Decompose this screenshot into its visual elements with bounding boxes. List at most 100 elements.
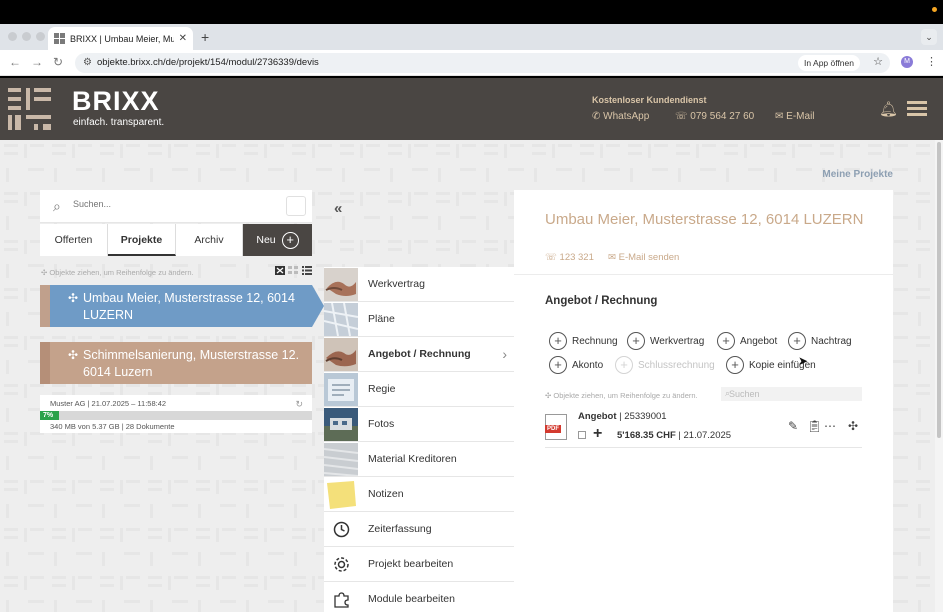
envelope-icon: ✉: [608, 252, 616, 263]
new-tab-button[interactable]: +: [201, 29, 209, 45]
document-row[interactable]: PDF Angebot | 25339001 + 5'168.35 CHF | …: [545, 408, 862, 448]
add-angebot-button[interactable]: + Angebot: [717, 332, 777, 350]
window-close-button[interactable]: [8, 32, 17, 41]
clipboard-check-icon[interactable]: 📋︎: [807, 419, 822, 433]
action-label: Schlussrechnung: [638, 359, 715, 371]
module-material-kreditoren[interactable]: Material Kreditoren: [324, 442, 514, 477]
document-search-input[interactable]: ⌕ Suchen: [721, 387, 862, 401]
document-expand-plus-icon[interactable]: +: [593, 425, 602, 443]
storage-progress-fill: 7%: [40, 411, 60, 420]
module-label: Notizen: [368, 488, 404, 500]
bell-icon[interactable]: 🔔︎: [879, 100, 898, 118]
edit-pencil-icon[interactable]: ✎: [788, 419, 798, 433]
window-zoom-button[interactable]: [36, 32, 45, 41]
document-date: 21.07.2025: [683, 430, 732, 441]
move-handle-icon[interactable]: ✣: [68, 290, 78, 307]
document-number: 25339001: [624, 411, 667, 422]
excel-export-icon[interactable]: [275, 266, 285, 275]
module-module-bearbeiten[interactable]: Module bearbeiten: [324, 582, 514, 612]
tab-archiv[interactable]: Archiv: [176, 224, 243, 256]
profile-avatar[interactable]: M: [901, 56, 913, 68]
plans-thumbnail: [324, 303, 358, 336]
add-nachtrag-button[interactable]: + Nachtrag: [788, 332, 852, 350]
tab-close-icon[interactable]: ✕: [179, 33, 187, 44]
detail-panel: Umbau Meier, Musterstrasse 12, 6014 LUZE…: [514, 190, 893, 612]
document-summary: 5'168.35 CHF | 21.07.2025: [617, 430, 732, 441]
brand-name[interactable]: BRIXX: [72, 86, 160, 117]
add-werkvertrag-button[interactable]: + Werkvertrag: [627, 332, 704, 350]
grid-view-icon[interactable]: [288, 266, 298, 275]
bookmark-star-icon[interactable]: ☆: [873, 55, 883, 68]
reload-icon[interactable]: ↻: [53, 55, 63, 69]
module-fotos[interactable]: Fotos: [324, 407, 514, 442]
phone-icon: ☏: [545, 252, 557, 263]
brand-tagline: einfach. transparent.: [73, 117, 165, 128]
module-label: Projekt bearbeiten: [368, 558, 454, 570]
send-email-label: E-Mail senden: [618, 252, 680, 263]
module-zeiterfassung[interactable]: Zeiterfassung: [324, 512, 514, 547]
add-rechnung-button[interactable]: + Rechnung: [549, 332, 618, 350]
tab-projekte[interactable]: Projekte: [108, 224, 176, 256]
search-filter-checkbox[interactable]: [286, 196, 306, 216]
storage-panel: Muster AG | 21.07.2025 – 11:58:42 ↻ 7% 3…: [40, 395, 312, 433]
refresh-icon[interactable]: ↻: [295, 399, 303, 410]
phone-link[interactable]: ☏ 079 564 27 60: [675, 111, 754, 122]
divider: [514, 274, 893, 275]
module-plaene[interactable]: Pläne: [324, 302, 514, 337]
project-card-active[interactable]: ✣ Umbau Meier, Musterstrasse 12, 6014 LU…: [40, 285, 312, 327]
add-schlussrechnung-button[interactable]: + Schlussrechnung: [615, 356, 715, 374]
photos-thumbnail: [324, 408, 358, 441]
page-body: Meine Projekte ⌕ Offerten Projekte Archi…: [0, 140, 935, 612]
support-title: Kostenloser Kundendienst: [592, 95, 707, 105]
search-icon: ⌕: [53, 198, 61, 214]
project-number: ☏ 123 321: [545, 252, 594, 263]
collapse-sidebar-button[interactable]: «: [334, 200, 342, 217]
pdf-file-icon[interactable]: PDF: [545, 414, 567, 440]
phone-label: 079 564 27 60: [690, 111, 755, 122]
back-arrow-icon[interactable]: ←: [9, 55, 21, 69]
puzzle-icon: [334, 592, 349, 608]
new-project-button[interactable]: Neu +: [243, 224, 312, 256]
search-input[interactable]: [73, 199, 273, 209]
storage-info: Muster AG | 21.07.2025 – 11:58:42: [50, 399, 167, 408]
plus-circle-icon: +: [615, 356, 633, 374]
email-link[interactable]: ✉ E-Mail: [775, 111, 815, 122]
url-text[interactable]: objekte.brixx.ch/de/projekt/154/modul/27…: [97, 57, 319, 68]
open-in-app-button[interactable]: In App öffnen: [798, 55, 860, 71]
tab-offerten[interactable]: Offerten: [40, 224, 108, 256]
project-card[interactable]: ✣ Schimmelsanierung, Musterstrasse 12. 6…: [40, 342, 312, 384]
module-label: Pläne: [368, 313, 395, 325]
my-projects-link[interactable]: Meine Projekte: [822, 169, 893, 180]
handshake-thumbnail: [324, 268, 358, 301]
module-regie[interactable]: Regie: [324, 372, 514, 407]
browser-menu-icon[interactable]: ⋮: [926, 55, 937, 68]
document-select-checkbox[interactable]: [578, 431, 586, 439]
gear-icon: [334, 557, 349, 572]
site-settings-icon[interactable]: ⚙: [83, 57, 92, 68]
module-werkvertrag[interactable]: Werkvertrag: [324, 267, 514, 302]
whatsapp-icon: ✆: [592, 111, 601, 122]
whatsapp-link[interactable]: ✆ WhatsApp: [592, 111, 649, 122]
add-akonto-button[interactable]: + Akonto: [549, 356, 603, 374]
plus-circle-icon: +: [281, 231, 299, 249]
address-bar[interactable]: ⚙ objekte.brixx.ch/de/projekt/154/modul/…: [75, 53, 890, 73]
move-handle-icon[interactable]: ✣: [68, 347, 78, 364]
document-type: Angebot: [578, 411, 617, 422]
mouse-cursor-icon: ➤: [798, 354, 809, 368]
hamburger-menu-icon[interactable]: [907, 101, 927, 117]
send-email-link[interactable]: ✉ E-Mail senden: [608, 252, 679, 263]
module-notizen[interactable]: Notizen: [324, 477, 514, 512]
browser-tab[interactable]: BRIXX | Umbau Meier, Musterstrasse ✕: [48, 27, 193, 50]
forward-arrow-icon[interactable]: →: [31, 55, 43, 69]
move-handle-icon[interactable]: ✣: [848, 419, 858, 433]
more-dots-icon[interactable]: ⋯: [824, 419, 836, 433]
module-projekt-bearbeiten[interactable]: Projekt bearbeiten: [324, 547, 514, 582]
window-minimize-button[interactable]: [22, 32, 31, 41]
page-scrollbar-thumb[interactable]: [937, 142, 941, 438]
list-view-icon[interactable]: [302, 266, 312, 275]
document-search-placeholder: ⌕ Suchen: [725, 388, 760, 399]
plus-circle-icon: +: [717, 332, 735, 350]
browser-tab-title: BRIXX | Umbau Meier, Musterstrasse: [70, 33, 174, 44]
tab-search-chevron-icon[interactable]: ⌄: [921, 29, 937, 45]
module-angebot-rechnung[interactable]: Angebot / Rechnung ›: [324, 337, 514, 372]
